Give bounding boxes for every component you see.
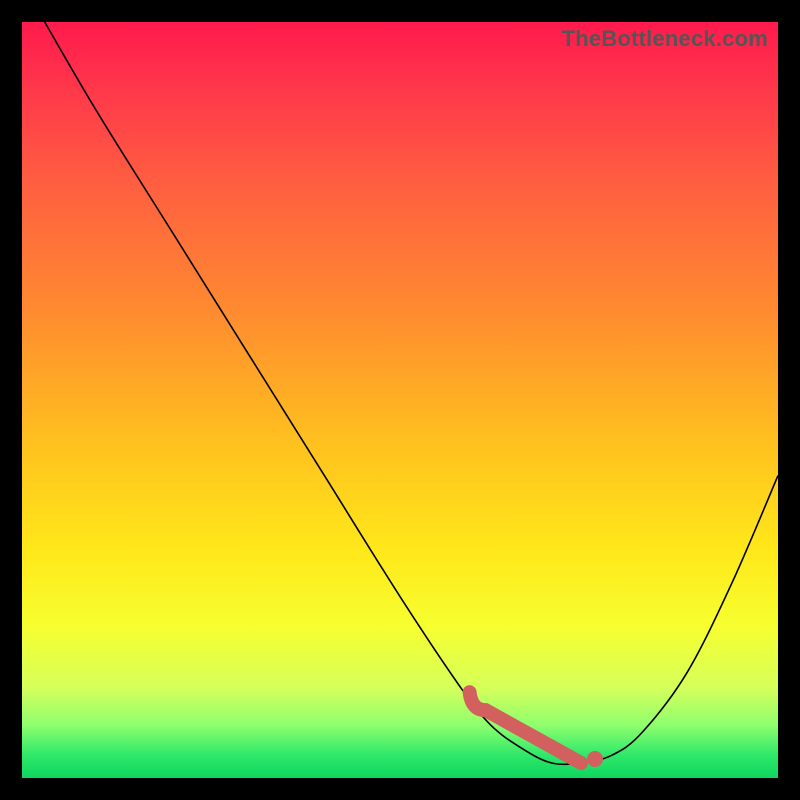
optimal-point-marker: [587, 751, 603, 767]
optimal-range-highlight: [470, 692, 581, 763]
curve-line: [45, 22, 778, 764]
bottleneck-curve-svg: [22, 22, 778, 778]
chart-plot-area: TheBottleneck.com: [22, 22, 778, 778]
